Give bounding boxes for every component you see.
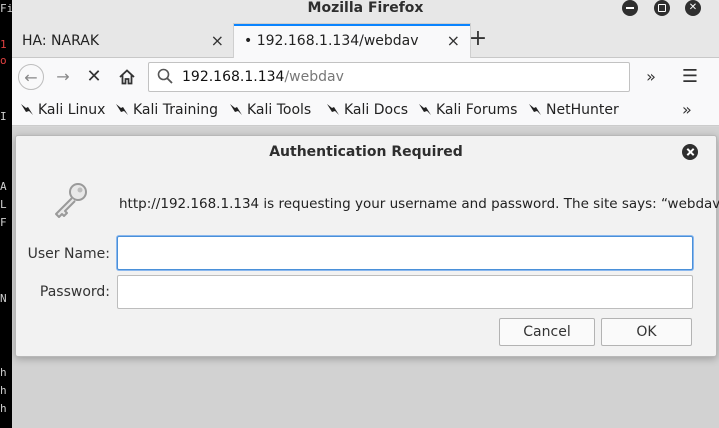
search-icon xyxy=(157,68,173,84)
tab-label: • 192.168.1.134/webdav xyxy=(244,33,419,49)
forward-button[interactable]: → xyxy=(50,64,76,90)
terminal-line: h xyxy=(0,384,7,397)
bookmark-kali-training[interactable]: Kali Training xyxy=(115,96,218,124)
close-icon[interactable] xyxy=(682,144,698,160)
username-field[interactable] xyxy=(117,236,693,270)
bookmark-label: Kali Forums xyxy=(436,102,518,118)
hamburger-menu-button[interactable]: ☰ xyxy=(677,64,703,90)
window-close-button[interactable]: ✕ xyxy=(685,0,701,16)
url-bar[interactable]: 192.168.1.134/webdav xyxy=(148,62,630,92)
close-icon[interactable]: × xyxy=(447,26,460,56)
window-title: Mozilla Firefox xyxy=(307,0,424,16)
dragon-icon xyxy=(116,103,128,115)
terminal-line: N xyxy=(0,292,7,305)
dragon-icon xyxy=(327,103,339,115)
cancel-button[interactable]: Cancel xyxy=(499,318,595,346)
auth-dialog: Authentication Required http://192.168.1… xyxy=(15,135,719,357)
terminal-line: I xyxy=(0,110,7,123)
bookmark-label: Kali Tools xyxy=(247,102,312,118)
terminal-line: h xyxy=(0,402,7,415)
key-icon xyxy=(55,183,87,218)
dialog-title: Authentication Required xyxy=(269,144,463,160)
bookmark-label: Kali Training xyxy=(133,102,218,118)
home-icon[interactable] xyxy=(114,64,140,90)
dragon-icon xyxy=(529,103,541,115)
bookmark-label: Kali Docs xyxy=(344,102,409,118)
tab-bar: HA: NARAK × • 192.168.1.134/webdav × + xyxy=(12,20,719,58)
stop-button[interactable]: ✕ xyxy=(81,64,107,90)
terminal-line: o xyxy=(0,54,7,67)
bookmarks-overflow-button[interactable]: » xyxy=(682,96,692,124)
terminal-line: L xyxy=(0,198,7,211)
terminal-line: F xyxy=(0,216,7,229)
password-field[interactable] xyxy=(117,275,693,309)
bookmarks-toolbar: Kali Linux Kali Training Kali Tools Kali… xyxy=(12,96,719,126)
dragon-icon xyxy=(419,103,431,115)
bookmark-kali-forums[interactable]: Kali Forums xyxy=(418,96,517,124)
dragon-icon xyxy=(230,103,242,115)
terminal-line: A xyxy=(0,180,7,193)
bookmark-label: NetHunter xyxy=(546,102,619,118)
bookmark-kali-linux[interactable]: Kali Linux xyxy=(20,96,105,124)
terminal-line: 1 xyxy=(0,38,7,51)
firefox-window: Mozilla Firefox ✕ HA: NARAK × • 192.168.… xyxy=(12,0,719,428)
toolbar-overflow-button[interactable]: » xyxy=(638,64,664,90)
bookmark-label: Kali Linux xyxy=(38,102,106,118)
url-host: 192.168.1.134 xyxy=(182,69,285,85)
maximize-button[interactable] xyxy=(654,0,670,16)
username-label: User Name: xyxy=(27,246,110,262)
close-icon[interactable]: × xyxy=(211,24,224,58)
terminal-line: h xyxy=(0,366,7,379)
tab-webdav[interactable]: • 192.168.1.134/webdav × xyxy=(234,24,470,58)
password-label: Password: xyxy=(39,284,110,300)
tab-label: HA: NARAK xyxy=(22,33,99,49)
bookmark-kali-tools[interactable]: Kali Tools xyxy=(229,96,311,124)
dragon-icon xyxy=(21,103,33,115)
new-tab-button[interactable]: + xyxy=(464,24,492,54)
navigation-toolbar: ← → ✕ 192.168.1.134/webdav » ☰ xyxy=(12,58,719,96)
minimize-button[interactable] xyxy=(622,0,638,16)
url-path: /webdav xyxy=(284,69,344,85)
bookmark-kali-docs[interactable]: Kali Docs xyxy=(326,96,408,124)
dialog-message: http://192.168.1.134 is requesting your … xyxy=(119,196,719,212)
tab-ha-narak[interactable]: HA: NARAK × xyxy=(12,24,234,58)
ok-button[interactable]: OK xyxy=(601,318,692,346)
bookmark-nethunter[interactable]: NetHunter xyxy=(528,96,619,124)
back-button[interactable]: ← xyxy=(18,64,44,90)
title-bar[interactable]: Mozilla Firefox ✕ xyxy=(12,0,719,20)
url-text: 192.168.1.134/webdav xyxy=(182,63,344,91)
